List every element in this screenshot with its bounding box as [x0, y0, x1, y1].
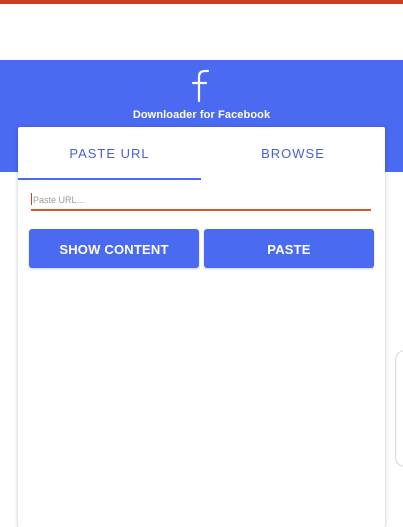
text-caret [31, 193, 32, 205]
facebook-f-icon [191, 69, 210, 103]
tab-browse[interactable]: BROWSE [201, 127, 385, 179]
top-accent-strip [0, 0, 403, 4]
url-field[interactable] [31, 190, 373, 212]
app-title: Downloader for Facebook [132, 109, 271, 121]
tab-indicator [18, 178, 201, 180]
url-input-underline [31, 209, 371, 211]
paste-button[interactable]: PASTE [204, 229, 374, 268]
side-drawer-handle[interactable] [395, 350, 403, 467]
show-content-button[interactable]: SHOW CONTENT [29, 229, 199, 268]
tab-paste-url[interactable]: PASTE URL [18, 127, 201, 179]
url-input[interactable] [31, 190, 373, 210]
main-card: PASTE URL BROWSE [18, 127, 385, 527]
